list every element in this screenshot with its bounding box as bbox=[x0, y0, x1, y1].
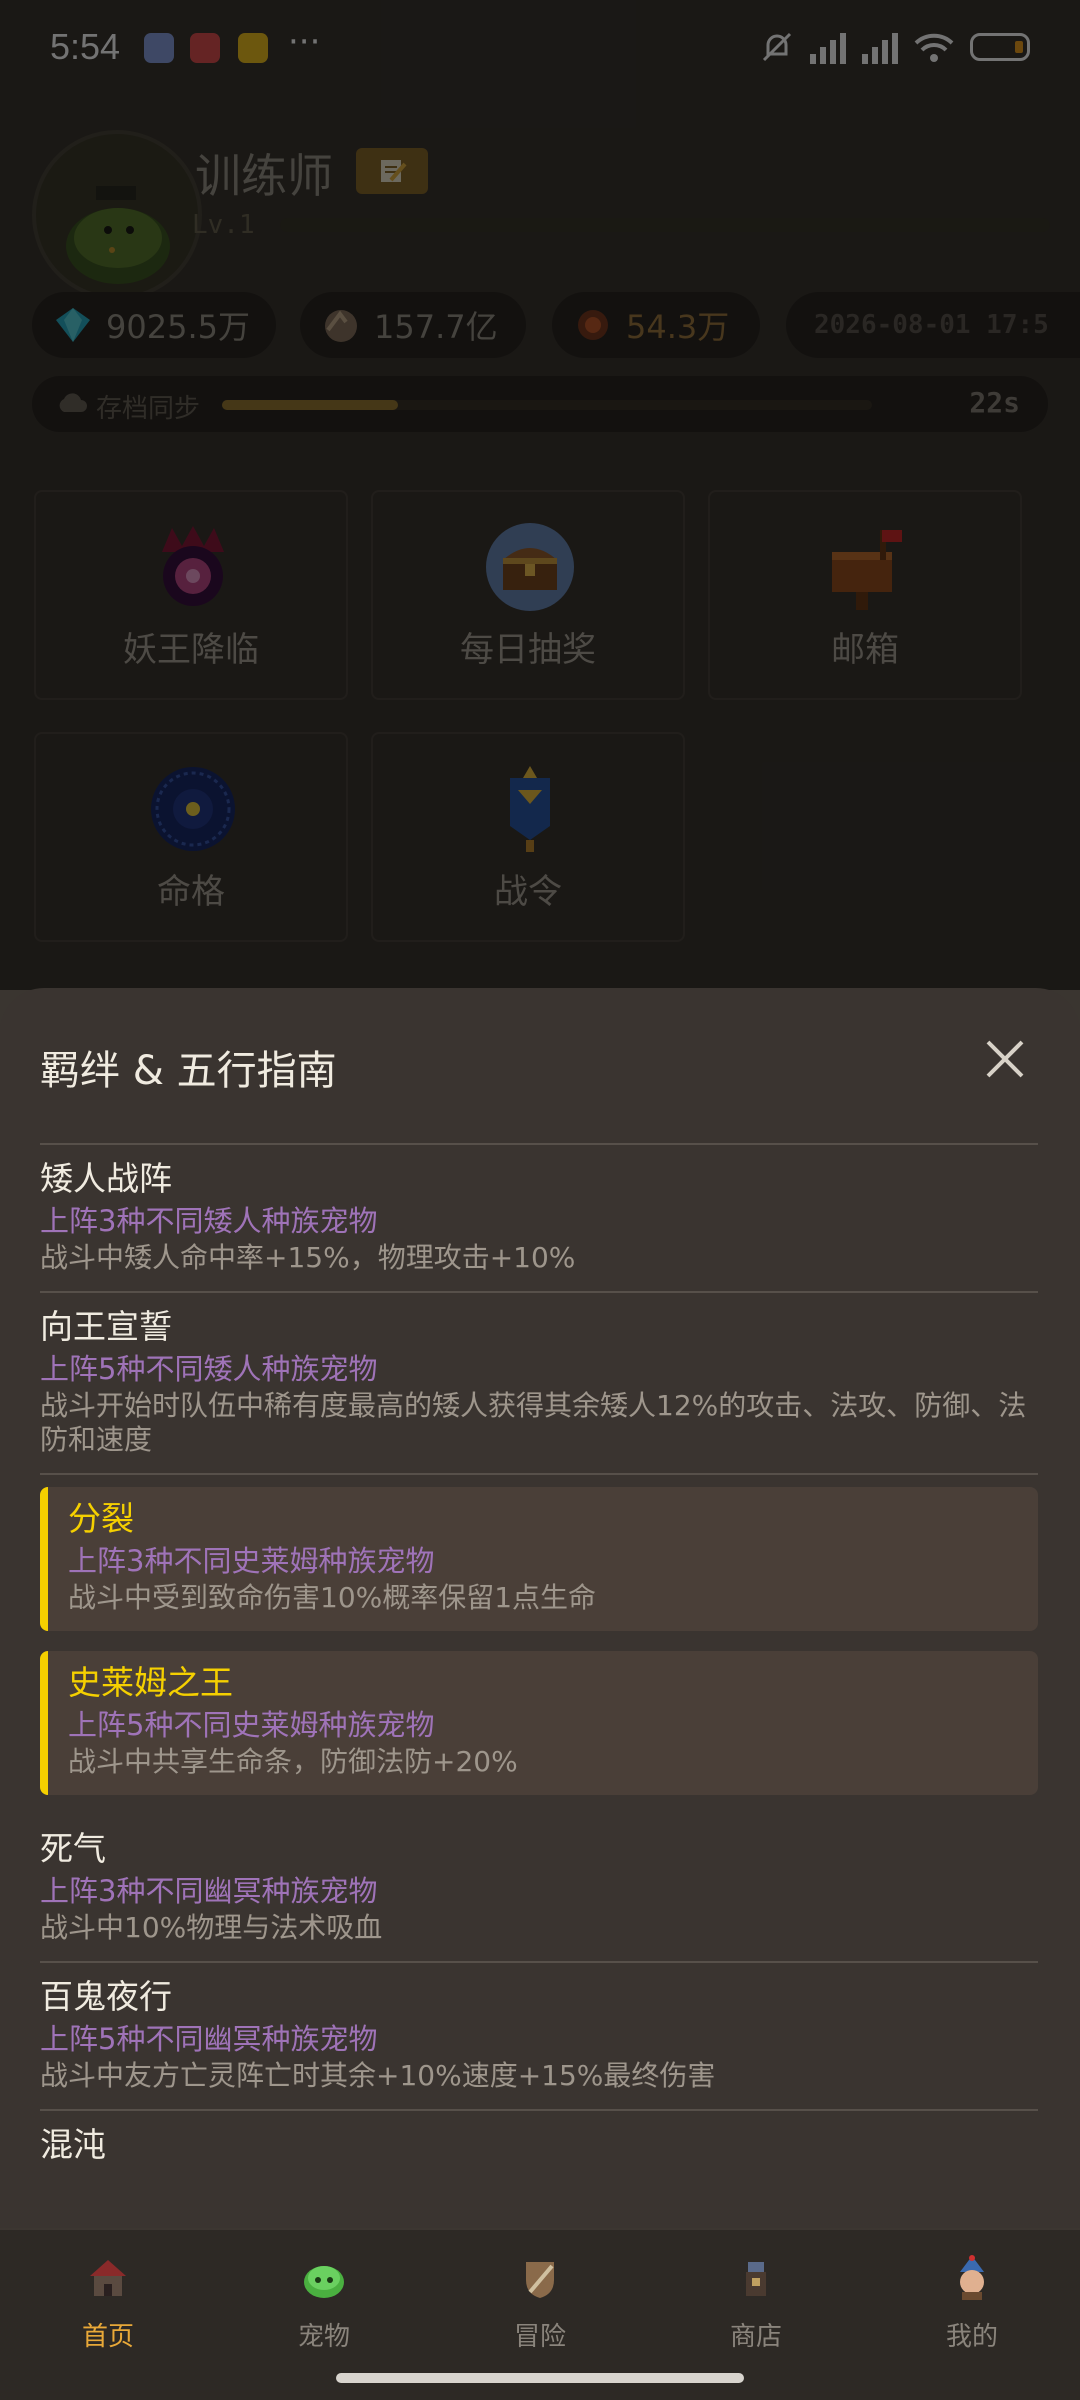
avatar[interactable] bbox=[32, 130, 202, 300]
nav-label: 冒险 bbox=[513, 2322, 566, 2352]
diamond-icon bbox=[56, 308, 90, 342]
mailbox-tile[interactable]: 邮箱 bbox=[708, 490, 1022, 700]
bond-item-active: 史莱姆之王 上阵5种不同史莱姆种族宠物 战斗中共享生命条，防御法防+20% bbox=[40, 1651, 1038, 1795]
status-time: 5:54 bbox=[50, 26, 121, 67]
nav-home[interactable]: 首页 bbox=[0, 2230, 216, 2400]
mailbox-icon bbox=[832, 530, 902, 610]
close-button[interactable] bbox=[970, 1024, 1040, 1094]
diamond-amount: 9025.5万 bbox=[106, 308, 250, 346]
datetime-pill: 2026-08-01 17:5 bbox=[786, 292, 1080, 358]
home-icon bbox=[90, 2260, 126, 2296]
bond-list[interactable]: 矮人战阵 上阵3种不同矮人种族宠物 战斗中矮人命中率+15%，物理攻击+10% … bbox=[40, 1143, 1038, 2183]
ore-amount: 157.7亿 bbox=[374, 308, 498, 346]
player-name: 训练师 bbox=[195, 149, 333, 203]
app-notification-icon bbox=[144, 33, 174, 63]
tile-label: 每日抽奖 bbox=[460, 630, 596, 670]
app-notification-icon bbox=[238, 33, 268, 63]
bond-requirement: 上阵5种不同幽冥种族宠物 bbox=[40, 2022, 378, 2056]
sync-label: 存档同步 bbox=[96, 394, 201, 424]
bond-item: 混沌 bbox=[40, 2111, 1038, 2183]
bond-item: 向王宣誓 上阵5种不同矮人种族宠物 战斗开始时队伍中稀有度最高的矮人获得其余矮人… bbox=[40, 1293, 1038, 1475]
adventure-icon bbox=[526, 2262, 554, 2298]
save-sync-bar: 存档同步 22s bbox=[32, 376, 1048, 432]
status-bar: 5:54 ··· bbox=[0, 0, 1080, 100]
sheet-title: 羁绊 & 五行指南 bbox=[40, 1048, 337, 1094]
bond-requirement: 上阵3种不同幽冥种族宠物 bbox=[40, 1874, 378, 1908]
player-level: Lv.1 bbox=[192, 210, 255, 240]
bond-effect: 战斗开始时队伍中稀有度最高的矮人获得其余矮人12%的攻击、法攻、防御、法防和速度 bbox=[40, 1389, 1027, 1456]
pet-icon bbox=[304, 2266, 344, 2298]
tile-label: 妖王降临 bbox=[123, 630, 259, 670]
cloud-icon bbox=[59, 393, 87, 412]
sync-progress-fill bbox=[222, 400, 398, 410]
bond-effect: 战斗中共享生命条，防御法防+20% bbox=[68, 1745, 518, 1778]
edit-icon bbox=[381, 160, 407, 182]
bond-effect: 战斗中10%物理与法术吸血 bbox=[40, 1911, 383, 1944]
close-icon bbox=[986, 1040, 1024, 1078]
fire-crystal-currency[interactable]: 54.3万 bbox=[552, 292, 760, 358]
datetime-text: 2026-08-01 17:5 bbox=[814, 310, 1049, 340]
bond-name: 死气 bbox=[40, 1829, 106, 1868]
more-notifications-icon: ··· bbox=[288, 22, 321, 62]
bond-effect: 战斗中矮人命中率+15%，物理攻击+10% bbox=[40, 1241, 576, 1274]
fire-crystal-amount: 54.3万 bbox=[626, 308, 730, 346]
sync-countdown: 22s bbox=[969, 386, 1020, 419]
mute-icon bbox=[762, 32, 792, 62]
bond-requirement: 上阵3种不同史莱姆种族宠物 bbox=[68, 1544, 435, 1578]
bond-name: 混沌 bbox=[40, 2125, 106, 2164]
demon-king-tile[interactable]: 妖王降临 bbox=[34, 490, 348, 700]
nav-label: 我的 bbox=[945, 2322, 998, 2352]
nav-label: 宠物 bbox=[297, 2322, 350, 2352]
slime-avatar-icon bbox=[66, 186, 170, 284]
battery-icon bbox=[970, 33, 1030, 61]
tile-label: 邮箱 bbox=[831, 630, 899, 670]
diamond-currency[interactable]: 9025.5万 bbox=[32, 292, 276, 358]
nav-profile[interactable]: 我的 bbox=[864, 2230, 1080, 2400]
bond-name: 向王宣誓 bbox=[40, 1307, 172, 1346]
bond-name: 分裂 bbox=[68, 1499, 134, 1538]
nav-label: 首页 bbox=[81, 2322, 134, 2352]
bond-item: 百鬼夜行 上阵5种不同幽冥种族宠物 战斗中友方亡灵阵亡时其余+10%速度+15%… bbox=[40, 1963, 1038, 2111]
demon-king-icon bbox=[162, 526, 224, 606]
bond-item: 死气 上阵3种不同幽冥种族宠物 战斗中10%物理与法术吸血 bbox=[40, 1815, 1038, 1963]
bond-requirement: 上阵5种不同矮人种族宠物 bbox=[40, 1352, 378, 1386]
nav-label: 商店 bbox=[729, 2322, 782, 2352]
battle-pass-tile[interactable]: 战令 bbox=[371, 732, 685, 942]
xp-progress-bar bbox=[280, 218, 1050, 232]
treasure-chest-icon bbox=[486, 523, 574, 611]
bond-item: 矮人战阵 上阵3种不同矮人种族宠物 战斗中矮人命中率+15%，物理攻击+10% bbox=[40, 1145, 1038, 1293]
bond-item-active: 分裂 上阵3种不同史莱姆种族宠物 战斗中受到致命伤害10%概率保留1点生命 bbox=[40, 1487, 1038, 1631]
sync-progress bbox=[222, 400, 872, 410]
fire-crystal-icon bbox=[578, 310, 608, 340]
battle-pass-icon bbox=[510, 766, 550, 852]
shop-icon bbox=[746, 2262, 766, 2296]
wifi-icon bbox=[914, 33, 954, 62]
bond-requirement: 上阵5种不同史莱姆种族宠物 bbox=[68, 1708, 435, 1742]
bond-name: 史莱姆之王 bbox=[68, 1663, 233, 1702]
home-indicator[interactable] bbox=[336, 2373, 744, 2383]
tile-label: 战令 bbox=[494, 872, 562, 912]
tile-label: 命格 bbox=[157, 872, 225, 912]
daily-lottery-tile[interactable]: 每日抽奖 bbox=[371, 490, 685, 700]
app-notification-icon bbox=[190, 33, 220, 63]
fate-wheel-icon bbox=[151, 767, 235, 851]
fate-tile[interactable]: 命格 bbox=[34, 732, 348, 942]
signal-icon bbox=[810, 30, 846, 64]
bond-name: 百鬼夜行 bbox=[40, 1977, 172, 2016]
bond-effect: 战斗中受到致命伤害10%概率保留1点生命 bbox=[68, 1581, 597, 1614]
bond-guide-sheet: 羁绊 & 五行指南 矮人战阵 上阵3种不同矮人种族宠物 战斗中矮人命中率+15%… bbox=[0, 988, 1080, 2228]
edit-name-button[interactable] bbox=[356, 148, 428, 194]
bond-requirement: 上阵3种不同矮人种族宠物 bbox=[40, 1204, 378, 1238]
bond-name: 矮人战阵 bbox=[40, 1159, 172, 1198]
ore-icon bbox=[325, 310, 357, 342]
signal-icon bbox=[862, 30, 898, 64]
bond-effect: 战斗中友方亡灵阵亡时其余+10%速度+15%最终伤害 bbox=[40, 2059, 716, 2092]
profile-icon bbox=[960, 2255, 984, 2300]
ore-currency[interactable]: 157.7亿 bbox=[300, 292, 526, 358]
